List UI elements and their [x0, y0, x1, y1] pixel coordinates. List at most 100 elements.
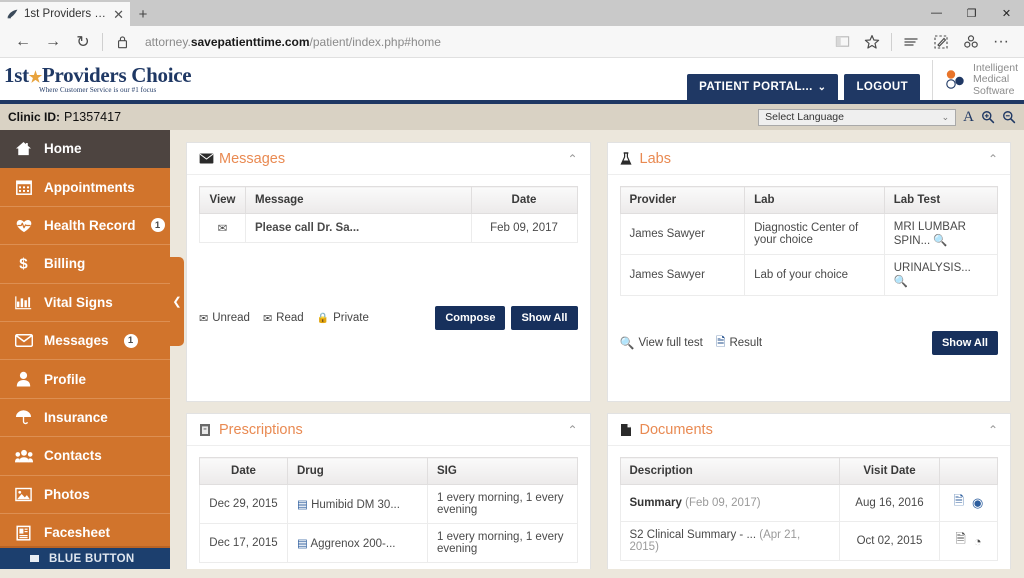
prescriptions-panel-body: Date Drug SIG Dec 29, 2015 ▤ Humibid DM … — [187, 446, 590, 569]
refresh-icon[interactable]: ↻ — [68, 27, 98, 57]
brand-logo[interactable]: 1st★Providers Choice Where Customer Serv… — [0, 62, 192, 94]
sidebar-item-appointments[interactable]: Appointments — [0, 168, 170, 207]
labs-table-header-row: Provider Lab Lab Test — [619, 186, 999, 214]
result-link[interactable]: 🗎 Result — [716, 333, 762, 354]
lab-test[interactable]: MRI LUMBAR SPIN... 🔍 — [883, 213, 999, 255]
tab-close-icon[interactable]: ✕ — [113, 8, 124, 21]
heartbeat-icon — [14, 218, 33, 233]
sidebar-item-vital-signs[interactable]: Vital Signs — [0, 284, 170, 322]
favorites-star-icon[interactable] — [857, 27, 887, 57]
documents-panel: Documents ⌃ Description Visit Date Summa… — [606, 413, 1011, 569]
view-full-test-link[interactable]: 🔍 View full test — [620, 336, 703, 350]
sidebar-item-messages[interactable]: Messages 1 — [0, 322, 170, 361]
lock-icon: 🔒 — [316, 312, 330, 324]
clock-icon[interactable]: ◉ — [972, 495, 983, 511]
logout-button[interactable]: LOGOUT — [844, 74, 921, 100]
ims-line1: Intelligent — [973, 61, 1018, 74]
ims-line2: Medical — [973, 73, 1010, 86]
sidebar-navigation: Home Appointments Health Record 1 $ Billing Vi… — [0, 130, 170, 569]
clock-icon[interactable]: ◔ — [974, 534, 982, 549]
magnifier-icon[interactable]: 🔍 — [930, 235, 947, 247]
messages-show-all-button[interactable]: Show All — [511, 306, 578, 330]
lab-provider: James Sawyer — [619, 254, 746, 296]
rx-col-drug: Drug — [287, 457, 428, 485]
brand-tagline: Where Customer Service is our #1 focus — [38, 85, 157, 94]
magnifier-icon[interactable]: 🔍 — [894, 276, 908, 288]
web-note-pen-icon[interactable] — [926, 27, 956, 57]
table-row[interactable]: Dec 29, 2015 ▤ Humibid DM 30... 1 every … — [199, 484, 578, 524]
sidebar-item-blue-button[interactable]: BLUE BUTTON — [0, 546, 170, 569]
messages-col-message: Message — [245, 186, 472, 214]
zoom-out-icon[interactable] — [1002, 110, 1016, 124]
documents-panel-body: Description Visit Date Summary (Feb 09, … — [608, 446, 1011, 569]
compose-button[interactable]: Compose — [435, 306, 506, 330]
sidebar-item-health-record[interactable]: Health Record 1 — [0, 207, 170, 246]
window-close-icon[interactable]: ✕ — [989, 0, 1024, 26]
clinic-bar-actions: Select Language ⌄ A — [758, 108, 1016, 126]
dashboard-column-right: Labs ⌃ Provider Lab Lab Test James Sawye… — [606, 142, 1011, 569]
share-icon[interactable] — [956, 27, 986, 57]
sidebar-item-insurance[interactable]: Insurance — [0, 399, 170, 438]
patient-portal-button[interactable]: PATIENT PORTAL... ⌄ — [687, 74, 839, 100]
zoom-in-icon[interactable] — [981, 110, 995, 124]
sidebar-item-home[interactable]: Home — [0, 130, 170, 169]
reading-list-icon[interactable] — [827, 27, 857, 57]
legend-private: 🔒 Private — [317, 312, 369, 324]
sidebar-item-label: Photos — [44, 486, 90, 502]
font-size-icon[interactable]: A — [963, 109, 974, 126]
app-body: Home Appointments Health Record 1 $ Billing Vi… — [0, 130, 1024, 569]
document-icon[interactable]: 🗎 — [955, 530, 965, 552]
lab-test[interactable]: URINALYSIS... 🔍 — [883, 254, 999, 296]
maximize-icon[interactable]: ❐ — [954, 0, 989, 26]
chevron-up-icon[interactable]: ⌃ — [988, 423, 998, 437]
new-tab-button[interactable]: + — [130, 2, 156, 26]
browser-navigation-bar: ← → ↻ attorney. savepatienttime.com/patie… — [0, 26, 1024, 58]
rx-drug[interactable]: ▤ Humibid DM 30... — [287, 484, 428, 524]
brand-logo-prefix: 1st — [4, 62, 29, 87]
doc-description: S2 Clinical Summary - ... (Apr 21, 2015) — [619, 521, 840, 561]
prescriptions-panel-title: Prescriptions — [219, 421, 303, 438]
back-icon[interactable]: ← — [8, 27, 38, 57]
rx-drug[interactable]: ▤ Aggrenox 200-... — [287, 523, 428, 563]
ims-dots-icon — [943, 68, 967, 92]
table-row[interactable]: Summary (Feb 09, 2017) Aug 16, 2016 🗎 ◉ — [619, 484, 998, 522]
forward-icon[interactable]: → — [38, 27, 68, 57]
sidebar-item-billing[interactable]: $ Billing — [0, 245, 170, 284]
table-row[interactable]: ✉ Please call Dr. Sa... Feb 09, 2017 — [199, 213, 578, 243]
flask-icon — [619, 151, 636, 166]
table-row[interactable]: Dec 17, 2015 ▤ Aggrenox 200-... 1 every … — [199, 523, 578, 563]
bar-chart-icon — [14, 295, 33, 310]
table-row[interactable]: S2 Clinical Summary - ... (Apr 21, 2015)… — [619, 521, 998, 561]
message-date: Feb 09, 2017 — [470, 213, 578, 243]
file-icon — [620, 423, 636, 437]
message-view-icon[interactable]: ✉ — [199, 213, 246, 243]
messages-buttons: Compose Show All — [435, 306, 578, 330]
browser-tab[interactable]: 1st Providers Choice ✕ — [0, 2, 130, 26]
chevron-up-icon[interactable]: ⌃ — [567, 423, 577, 437]
chevron-up-icon[interactable]: ⌃ — [988, 152, 998, 166]
sidebar-collapse-toggle[interactable]: ❮ — [170, 257, 184, 346]
documents-panel-title: Documents — [639, 421, 713, 438]
more-options-icon[interactable]: ··· — [986, 27, 1016, 57]
chevron-up-icon[interactable]: ⌃ — [567, 152, 577, 166]
language-select-value: Select Language — [765, 111, 844, 123]
sidebar-item-label: Contacts — [44, 448, 102, 464]
labs-panel-body: Provider Lab Lab Test James Sawyer Diagn… — [608, 175, 1011, 365]
labs-show-all-button[interactable]: Show All — [931, 331, 998, 355]
sidebar-item-contacts[interactable]: Contacts — [0, 437, 170, 476]
labs-col-provider: Provider — [619, 186, 746, 214]
address-bar[interactable]: attorney. savepatienttime.com/patient/ind… — [137, 35, 827, 49]
clinic-bar: Clinic ID: P1357417 Select Language ⌄ A — [0, 104, 1024, 130]
message-subject-link[interactable]: Please call Dr. Sa... — [245, 213, 472, 243]
table-row[interactable]: James Sawyer Lab of your choice URINALYS… — [619, 254, 999, 296]
language-select[interactable]: Select Language ⌄ — [758, 108, 957, 126]
toolbar-divider — [102, 32, 103, 51]
document-icon[interactable]: 🗎 — [954, 492, 964, 514]
sidebar-item-profile[interactable]: Profile — [0, 360, 170, 399]
hub-lines-icon[interactable] — [896, 27, 926, 57]
sidebar-item-label: Appointments — [44, 179, 135, 195]
sidebar-item-label: Facesheet — [44, 525, 111, 541]
sidebar-item-photos[interactable]: Photos — [0, 476, 170, 514]
minimize-icon[interactable]: — — [919, 0, 954, 26]
table-row[interactable]: James Sawyer Diagnostic Center of your c… — [619, 213, 999, 255]
